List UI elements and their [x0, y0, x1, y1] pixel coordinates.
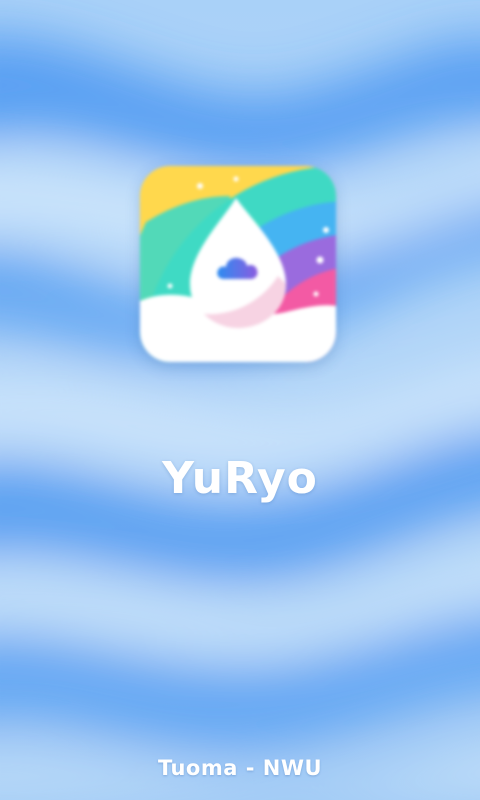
cloud-icon	[217, 257, 258, 279]
app-title: YuRyo	[162, 453, 318, 504]
app-logo-icon	[140, 166, 336, 362]
developer-credit: Tuoma - NWU	[157, 756, 323, 780]
splash-screen: YuRyo Tuoma - NWU	[0, 0, 480, 800]
blurred-background	[0, 0, 480, 800]
